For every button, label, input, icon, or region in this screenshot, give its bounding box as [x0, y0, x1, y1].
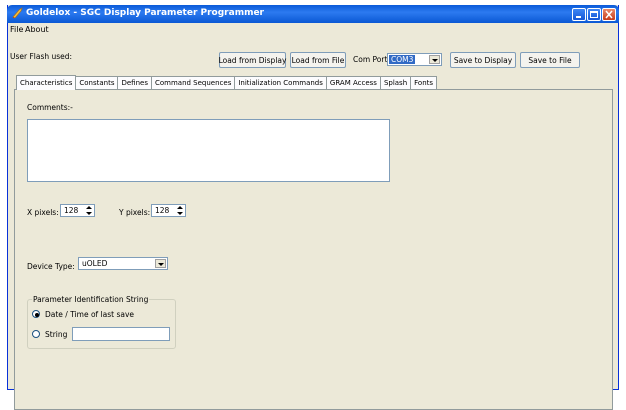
minimize-button[interactable] [572, 8, 586, 21]
y-pixels-spin-buttons[interactable] [175, 205, 185, 216]
maximize-button[interactable] [587, 8, 601, 21]
tab-splash[interactable]: Splash [379, 76, 412, 89]
chevron-down-icon[interactable] [155, 259, 166, 268]
radio-string-label: String [45, 330, 68, 339]
app-icon [12, 7, 23, 19]
tab-defines[interactable]: Defines [117, 76, 152, 89]
tab-characteristics[interactable]: Characteristics [16, 75, 77, 90]
radio-date-time[interactable] [32, 310, 40, 318]
radio-date-time-label: Date / Time of last save [45, 310, 135, 319]
tab-command-sequences[interactable]: Command Sequences [150, 76, 236, 89]
y-pixels-label: Y pixels: [119, 208, 151, 217]
device-type-label: Device Type: [27, 262, 75, 271]
comments-textarea[interactable] [27, 119, 390, 182]
save-to-file-button[interactable]: Save to File [520, 52, 580, 68]
radio-string[interactable] [32, 330, 40, 338]
menu-about[interactable]: About [25, 25, 49, 34]
tab-fonts[interactable]: Fonts [410, 76, 438, 89]
title-bar[interactable]: Goldelox - SGC Display Parameter Program… [7, 5, 619, 23]
comments-label: Comments:- [27, 103, 73, 112]
tab-constants[interactable]: Constants [75, 76, 119, 89]
x-pixels-value: 128 [64, 206, 79, 215]
com-port-select[interactable]: COM3 [387, 53, 442, 66]
tab-strip: Characteristics Constants Defines Comman… [16, 75, 438, 90]
save-to-display-button[interactable]: Save to Display [450, 52, 516, 68]
close-button[interactable] [602, 8, 616, 21]
spin-down-icon[interactable] [84, 211, 94, 217]
user-flash-label: User Flash used: [10, 52, 73, 61]
chevron-down-icon[interactable] [429, 55, 440, 64]
load-from-file-button[interactable]: Load from File [290, 52, 346, 68]
menu-file[interactable]: File [10, 25, 23, 34]
window-title: Goldelox - SGC Display Parameter Program… [26, 8, 264, 18]
x-pixels-spinner[interactable]: 128 [60, 204, 95, 217]
device-type-value: uOLED [82, 259, 108, 268]
menu-bar: File About [8, 23, 618, 36]
maximize-icon [590, 11, 598, 18]
spin-down-icon[interactable] [175, 211, 185, 217]
x-pixels-spin-buttons[interactable] [84, 205, 94, 216]
string-input[interactable] [72, 327, 170, 341]
y-pixels-spinner[interactable]: 128 [151, 204, 186, 217]
load-from-display-button[interactable]: Load from Display [219, 52, 286, 68]
x-pixels-label: X pixels: [27, 208, 59, 217]
tab-initialization-commands[interactable]: Initialization Commands [234, 76, 327, 89]
com-port-label: Com Port: [353, 55, 390, 64]
device-type-select[interactable]: uOLED [78, 257, 168, 270]
param-id-group-title: Parameter Identification String [32, 295, 150, 304]
param-id-groupbox [27, 299, 176, 349]
y-pixels-value: 128 [155, 206, 170, 215]
close-icon [605, 10, 613, 19]
com-port-value: COM3 [389, 55, 416, 64]
tab-gram-access[interactable]: GRAM Access [325, 76, 381, 89]
minimize-icon [576, 16, 581, 18]
